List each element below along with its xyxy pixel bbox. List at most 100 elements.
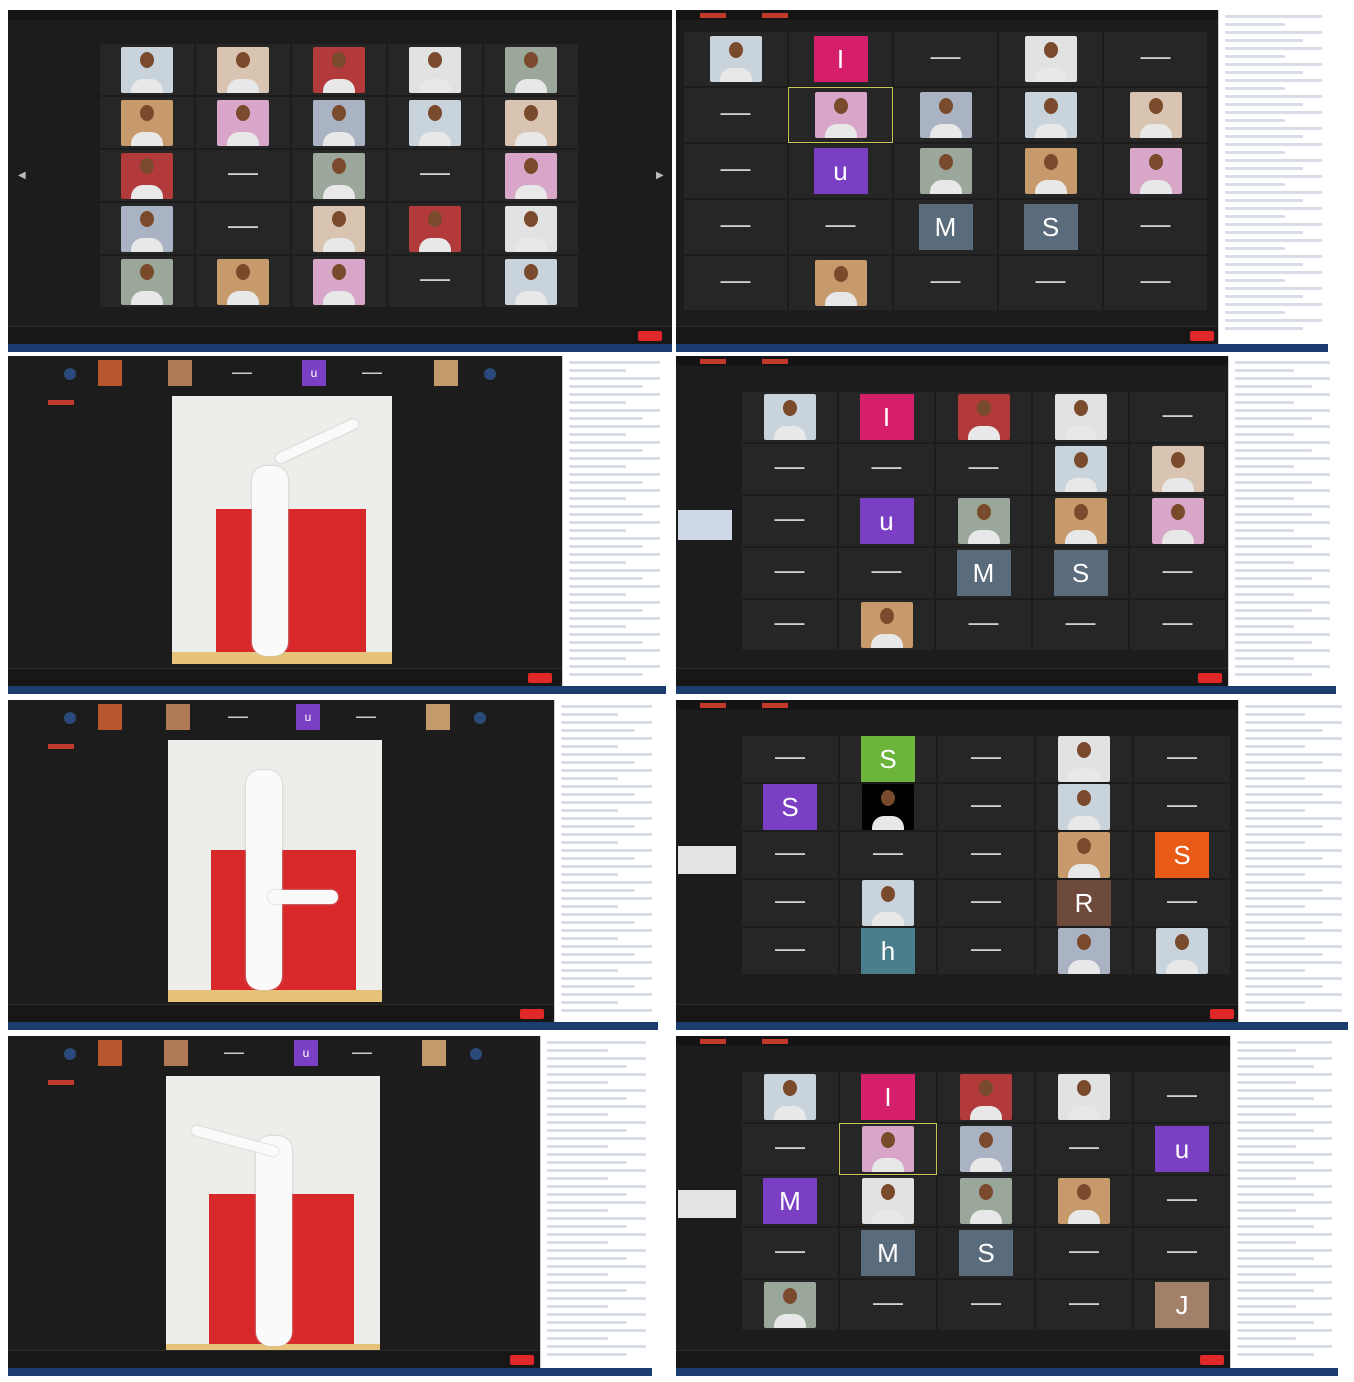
participant-tile[interactable]: u bbox=[789, 144, 892, 198]
participant-tile[interactable]: ▬▬▬▬▬ bbox=[840, 1280, 936, 1330]
participant-tile[interactable] bbox=[742, 1280, 838, 1330]
participant-tile[interactable] bbox=[1104, 88, 1207, 142]
participant-tile[interactable]: M bbox=[840, 1228, 936, 1278]
next-arrow-icon[interactable] bbox=[484, 368, 496, 380]
participant-tile[interactable] bbox=[742, 1072, 838, 1122]
participant-tile[interactable]: ▬▬▬▬▬ bbox=[839, 548, 934, 598]
shared-screen-thumbnail[interactable] bbox=[678, 1190, 736, 1218]
shared-screen-thumbnail[interactable] bbox=[678, 510, 732, 540]
participant-tile[interactable]: ▬▬▬▬▬ bbox=[1036, 1280, 1132, 1330]
participant-tile[interactable]: ▬▬▬▬▬ bbox=[684, 88, 787, 142]
participant-tile[interactable] bbox=[292, 44, 386, 95]
participant-tile[interactable]: ▬▬▬▬▬ bbox=[938, 832, 1034, 878]
participant-tile[interactable] bbox=[1033, 392, 1128, 442]
participant-tile[interactable]: S bbox=[999, 200, 1102, 254]
participant-tile[interactable] bbox=[938, 1176, 1034, 1226]
participant-tile[interactable] bbox=[839, 1123, 937, 1175]
participant-tile[interactable] bbox=[938, 1072, 1034, 1122]
participant-tile[interactable] bbox=[292, 97, 386, 148]
participant-tile[interactable]: h bbox=[840, 928, 936, 974]
participant-tile[interactable]: ▬▬▬▬▬ bbox=[1033, 600, 1128, 650]
participant-tile[interactable] bbox=[100, 44, 194, 95]
end-meeting-button[interactable] bbox=[1200, 1355, 1224, 1365]
participant-tile[interactable] bbox=[840, 880, 936, 926]
participant-tile[interactable] bbox=[999, 88, 1102, 142]
participant-tile[interactable]: J bbox=[1134, 1280, 1230, 1330]
next-arrow-icon[interactable] bbox=[470, 1048, 482, 1060]
participant-tile[interactable] bbox=[100, 256, 194, 307]
participant-tile[interactable] bbox=[292, 150, 386, 201]
participant-tile[interactable] bbox=[484, 97, 578, 148]
participant-tile[interactable] bbox=[1036, 1072, 1132, 1122]
participant-tile[interactable]: ▬▬▬▬▬ bbox=[840, 832, 936, 878]
participant-tile[interactable]: ▬▬▬▬▬ bbox=[196, 203, 290, 254]
end-meeting-button[interactable] bbox=[528, 673, 552, 683]
participant-tile[interactable]: ▬▬▬▬▬ bbox=[789, 200, 892, 254]
participant-tile[interactable]: ▬▬▬▬▬ bbox=[999, 256, 1102, 310]
participant-tile[interactable]: ▬▬▬▬▬ bbox=[1134, 880, 1230, 926]
participant-tile[interactable]: ▬▬▬▬▬ bbox=[839, 444, 934, 494]
participant-tile[interactable]: ▬▬▬▬▬ bbox=[742, 736, 838, 782]
participant-tile[interactable]: ▬▬▬▬▬ bbox=[1134, 1072, 1230, 1122]
participant-tile[interactable] bbox=[1033, 444, 1128, 494]
participant-tile[interactable]: ▬▬▬▬▬ bbox=[894, 32, 997, 86]
participant-tile[interactable]: I bbox=[840, 1072, 936, 1122]
next-page-arrow-icon[interactable]: ▶ bbox=[656, 170, 664, 181]
participant-tile[interactable] bbox=[100, 97, 194, 148]
participant-tile[interactable]: ▬▬▬▬▬ bbox=[684, 200, 787, 254]
settings-icon[interactable] bbox=[64, 1048, 76, 1060]
participant-tile[interactable]: ▬▬▬▬▬ bbox=[388, 256, 482, 307]
participant-tile[interactable] bbox=[894, 88, 997, 142]
participant-tile[interactable] bbox=[684, 32, 787, 86]
participant-tile[interactable]: ▬▬▬▬▬ bbox=[936, 600, 1031, 650]
participant-tile[interactable] bbox=[292, 256, 386, 307]
participant-tile[interactable] bbox=[1130, 444, 1225, 494]
participant-tile[interactable]: ▬▬▬▬▬ bbox=[938, 928, 1034, 974]
participant-tile[interactable] bbox=[196, 97, 290, 148]
participant-tile[interactable] bbox=[840, 1176, 936, 1226]
participant-tile[interactable]: u bbox=[1134, 1124, 1230, 1174]
participant-tile[interactable]: I bbox=[839, 392, 934, 442]
participant-tile[interactable] bbox=[999, 32, 1102, 86]
participant-tile[interactable] bbox=[1104, 144, 1207, 198]
participant-tile[interactable] bbox=[100, 150, 194, 201]
participant-tile[interactable] bbox=[196, 44, 290, 95]
shared-screen-thumbnail[interactable] bbox=[678, 846, 736, 874]
participant-tile[interactable]: ▬▬▬▬▬ bbox=[1130, 548, 1225, 598]
participant-tile[interactable]: ▬▬▬▬▬ bbox=[938, 880, 1034, 926]
participant-tile[interactable] bbox=[1033, 496, 1128, 546]
participant-tile[interactable]: R bbox=[1036, 880, 1132, 926]
participant-tile[interactable]: ▬▬▬▬▬ bbox=[1104, 256, 1207, 310]
participant-tile[interactable] bbox=[839, 600, 934, 650]
participant-tile[interactable]: ▬▬▬▬▬ bbox=[742, 1124, 838, 1174]
participant-tile[interactable] bbox=[388, 44, 482, 95]
participant-tile[interactable]: I bbox=[789, 32, 892, 86]
participant-tile[interactable]: M bbox=[742, 1176, 838, 1226]
participant-tile[interactable]: ▬▬▬▬▬ bbox=[684, 144, 787, 198]
participant-tile[interactable]: ▬▬▬▬▬ bbox=[1036, 1228, 1132, 1278]
participant-tile[interactable]: ▬▬▬▬▬ bbox=[742, 1228, 838, 1278]
participant-tile[interactable]: ▬▬▬▬▬ bbox=[684, 256, 787, 310]
participant-tile[interactable] bbox=[484, 44, 578, 95]
participant-tile[interactable]: u bbox=[839, 496, 934, 546]
participant-tile[interactable] bbox=[484, 150, 578, 201]
participant-tile[interactable]: ▬▬▬▬▬ bbox=[1036, 1124, 1132, 1174]
participant-tile[interactable] bbox=[894, 144, 997, 198]
participant-tile[interactable] bbox=[388, 97, 482, 148]
participant-tile[interactable]: S bbox=[1033, 548, 1128, 598]
participant-tile[interactable]: S bbox=[938, 1228, 1034, 1278]
participant-tile[interactable] bbox=[938, 1124, 1034, 1174]
participant-tile[interactable]: ▬▬▬▬▬ bbox=[742, 880, 838, 926]
participant-tile[interactable]: ▬▬▬▬▬ bbox=[1130, 392, 1225, 442]
participant-tile[interactable] bbox=[484, 203, 578, 254]
prev-page-arrow-icon[interactable]: ◀ bbox=[18, 170, 26, 181]
participant-tile[interactable] bbox=[742, 392, 837, 442]
participant-tile[interactable] bbox=[788, 87, 893, 143]
participant-tile[interactable]: S bbox=[742, 784, 838, 830]
next-arrow-icon[interactable] bbox=[474, 712, 486, 724]
end-meeting-button[interactable] bbox=[1190, 331, 1214, 341]
participant-tile[interactable]: ▬▬▬▬▬ bbox=[1134, 784, 1230, 830]
participant-tile[interactable] bbox=[1036, 736, 1132, 782]
participant-tile[interactable] bbox=[484, 256, 578, 307]
end-meeting-button[interactable] bbox=[510, 1355, 534, 1365]
